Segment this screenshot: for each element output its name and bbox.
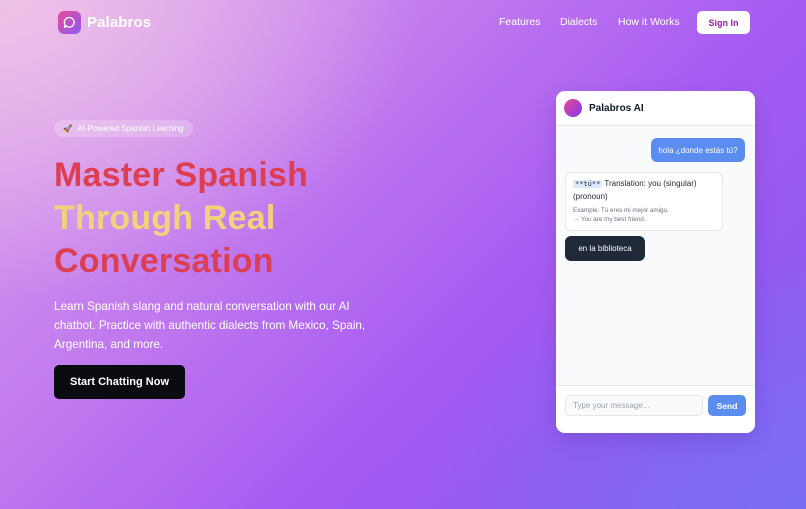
bot-message: **tú** Translation: you (singular) (pron…	[565, 172, 723, 231]
bot-message-example: Example: Tú eres mi mejor amigo.	[573, 207, 669, 214]
nav-link-dialects[interactable]: Dialects	[560, 16, 597, 28]
message-input[interactable]	[565, 395, 703, 416]
send-button[interactable]: Send	[708, 395, 746, 416]
chat-title: Palabros AI	[589, 102, 644, 114]
bot-message-example-translation: → You are my best friend.	[573, 216, 646, 223]
feature-badge-label: AI-Powered Spanish Learning	[77, 124, 184, 133]
chat-header: Palabros AI	[556, 91, 755, 126]
hero-title-line-2: Through Real	[54, 199, 276, 237]
rocket-icon: 🚀	[63, 124, 73, 133]
chat-input-bar: Send	[556, 385, 755, 433]
chat-widget: Palabros AI hola ¿donde estás tú? **tú**…	[556, 91, 755, 433]
reply-message: en la biblioteca	[565, 236, 645, 261]
bot-message-term: **tú**	[573, 180, 603, 188]
nav-link-features[interactable]: Features	[499, 16, 540, 28]
bot-avatar	[564, 99, 582, 117]
nav-link-how-it-works[interactable]: How it Works	[618, 16, 680, 28]
hero-subtitle: Learn Spanish slang and natural conversa…	[54, 300, 366, 351]
hero-title-line-1: Master Spanish	[54, 156, 309, 194]
brand-logo[interactable]: Palabros	[58, 11, 151, 34]
user-message: hola ¿donde estás tú?	[651, 138, 745, 162]
chat-bubble-icon	[58, 11, 81, 34]
hero-title-line-3: Conversation	[54, 242, 274, 280]
brand-name: Palabros	[87, 14, 152, 31]
start-chatting-button[interactable]: Start Chatting Now	[54, 365, 185, 399]
sign-in-button[interactable]: Sign In	[697, 11, 750, 34]
feature-badge: 🚀 AI-Powered Spanish Learning	[54, 120, 193, 137]
